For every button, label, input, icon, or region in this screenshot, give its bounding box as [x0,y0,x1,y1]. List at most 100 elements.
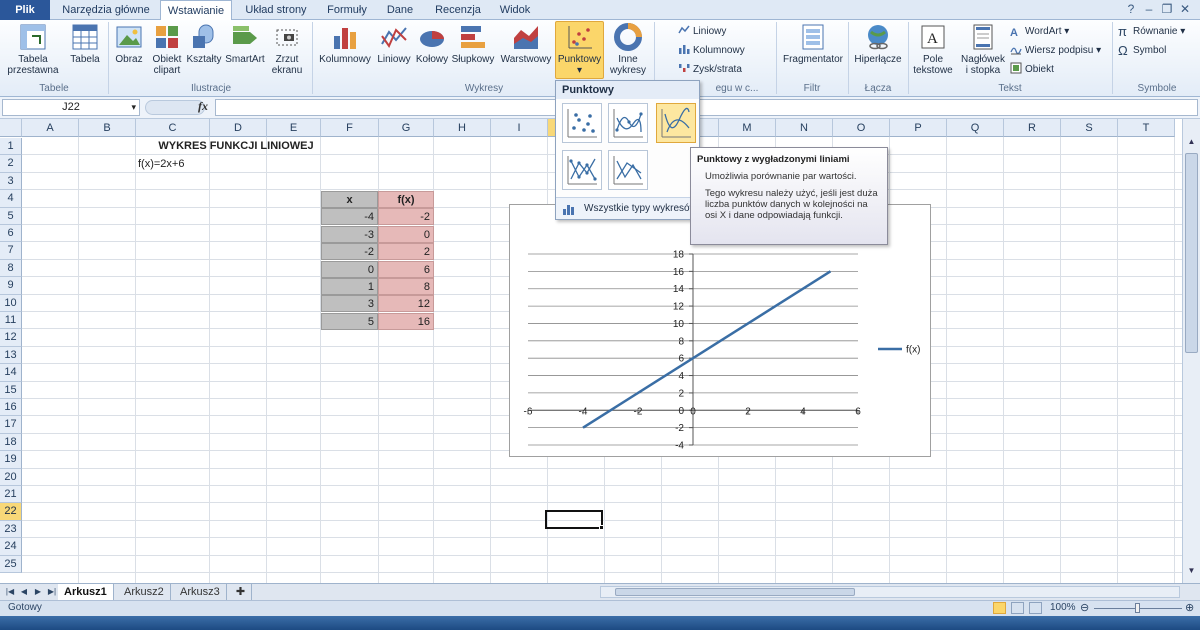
row-header-3[interactable]: 3 [0,172,22,191]
row-header-7[interactable]: 7 [0,242,22,260]
page-layout-view-icon[interactable] [1011,602,1024,614]
help-icon[interactable]: ? [1124,2,1138,16]
table-cell-fx[interactable]: 12 [378,295,434,313]
column-header-c[interactable]: C [136,119,210,137]
scatter-chart-button[interactable]: Punktowy ▾ [555,21,604,79]
column-header-a[interactable]: A [22,119,79,137]
cell-title[interactable]: WYKRES FUNKCJI LINIOWEJ [136,138,336,155]
row-header-23[interactable]: 23 [0,520,22,539]
sheet-tab-arkusz1[interactable]: Arkusz1 [58,584,114,600]
scatter-smooth-lines-option[interactable] [656,103,696,143]
pie-chart-button[interactable]: Kołowy [414,22,450,65]
column-header-d[interactable]: D [210,119,267,137]
table-cell-x[interactable]: 5 [321,312,378,330]
column-header-b[interactable]: B [79,119,136,137]
wordart-button[interactable]: A WordArt ▾ [1010,24,1069,40]
row-header-25[interactable]: 25 [0,555,22,573]
table-cell-x[interactable]: -4 [321,208,378,226]
tab-view[interactable]: Widok [492,0,538,20]
smartart-button[interactable]: SmartArt [224,22,266,65]
column-header-q[interactable]: Q [947,119,1004,137]
row-header-14[interactable]: 14 [0,364,22,382]
tab-data[interactable]: Dane [378,0,422,20]
table-cell-x[interactable]: 3 [321,295,378,313]
fill-handle[interactable] [599,525,604,530]
sparkline-line-button[interactable]: Liniowy [678,24,726,40]
scroll-up-icon[interactable]: ▲ [1185,137,1198,151]
tab-insert[interactable]: Wstawianie [160,0,232,21]
tab-home[interactable]: Narzędzia główne [52,0,160,20]
row-header-24[interactable]: 24 [0,538,22,556]
column-chart-button[interactable]: Kolumnowy [316,22,374,65]
cell-formula[interactable]: f(x)=2x+6 [135,156,225,173]
column-header-r[interactable]: R [1004,119,1061,137]
column-header-t[interactable]: T [1118,119,1175,137]
formula-input[interactable] [215,99,1198,116]
tab-page-layout[interactable]: Układ strony [236,0,316,20]
column-header-e[interactable]: E [267,119,321,137]
all-chart-types-link[interactable]: Wszystkie typy wykresów... [556,197,699,219]
first-sheet-icon[interactable]: |◀ [4,585,16,599]
line-chart-button[interactable]: Liniowy [374,22,414,65]
row-header-2[interactable]: 2 [0,155,22,173]
hyperlink-button[interactable]: Hiperłącze [852,22,904,65]
select-all-corner[interactable] [0,119,22,137]
table-cell-x[interactable]: 1 [321,278,378,295]
slicer-button[interactable]: Fragmentator [780,22,846,65]
horizontal-scrollbar-thumb[interactable] [615,588,855,596]
horizontal-scrollbar[interactable] [600,586,1180,598]
row-header-17[interactable]: 17 [0,416,22,434]
sparkline-column-button[interactable]: Kolumnowy [678,43,745,59]
sheet-tab-arkusz2[interactable]: Arkusz2 [118,584,171,600]
table-cell-x[interactable]: 0 [321,260,378,278]
sheet-tab-arkusz3[interactable]: Arkusz3 [174,584,227,600]
column-header-g[interactable]: G [379,119,434,137]
zoom-slider-thumb[interactable] [1135,603,1140,613]
zoom-in-icon[interactable]: ⊕ [1185,601,1194,614]
table-cell-x[interactable]: -3 [321,225,378,243]
table-cell-fx[interactable]: -2 [378,208,434,226]
row-header-4[interactable]: 4 [0,190,22,208]
zoom-level[interactable]: 100% [1050,602,1076,613]
zoom-slider[interactable] [1094,603,1182,613]
row-header-10[interactable]: 10 [0,294,22,312]
normal-view-icon[interactable] [993,602,1006,614]
row-header-1[interactable]: 1 [0,138,22,156]
pivot-table-button[interactable]: Tabela przestawna [2,22,64,76]
close-icon[interactable]: ✕ [1178,2,1192,16]
minimize-ribbon-icon[interactable]: – [1142,2,1156,16]
page-break-view-icon[interactable] [1029,602,1042,614]
row-header-6[interactable]: 6 [0,225,22,243]
signature-line-button[interactable]: Wiersz podpisu ▾ [1010,43,1101,59]
column-header-m[interactable]: M [719,119,776,137]
row-header-22[interactable]: 22 [0,503,22,521]
row-header-18[interactable]: 18 [0,433,22,452]
chevron-down-icon[interactable]: ▾ [131,100,136,115]
insert-function-icon[interactable]: fx [198,99,208,114]
prev-sheet-icon[interactable]: ◀ [18,585,30,599]
active-cell[interactable] [545,510,603,529]
name-box[interactable]: J22 ▾ [2,99,140,116]
bar-chart-button[interactable]: Słupkowy [450,22,496,65]
restore-icon[interactable]: ❐ [1160,2,1174,16]
column-header-n[interactable]: N [776,119,833,137]
insert-sheet-icon[interactable]: ✚ [230,584,252,600]
zoom-out-icon[interactable]: ⊖ [1080,601,1089,614]
clipart-button[interactable]: Obiekt clipart [148,22,186,76]
column-header-i[interactable]: I [491,119,548,137]
symbol-button[interactable]: Ω Symbol [1118,43,1166,59]
area-chart-button[interactable]: Warstwowy [498,22,554,65]
scrollbar-thumb[interactable] [1185,153,1198,353]
other-charts-button[interactable]: Inne wykresy [606,22,650,76]
table-cell-fx[interactable]: 8 [378,278,434,295]
column-header-h[interactable]: H [434,119,491,137]
table-cell-fx[interactable]: 6 [378,260,434,278]
table-cell-fx[interactable]: 0 [378,225,434,243]
header-footer-button[interactable]: Nagłówek i stopka [958,22,1008,76]
table-cell-fx[interactable]: 2 [378,243,434,261]
textbox-button[interactable]: A Pole tekstowe [910,22,956,76]
row-header-19[interactable]: 19 [0,451,22,469]
table-cell-x[interactable]: -2 [321,243,378,261]
picture-button[interactable]: Obraz [112,22,146,65]
shapes-button[interactable]: Kształty [186,22,222,65]
